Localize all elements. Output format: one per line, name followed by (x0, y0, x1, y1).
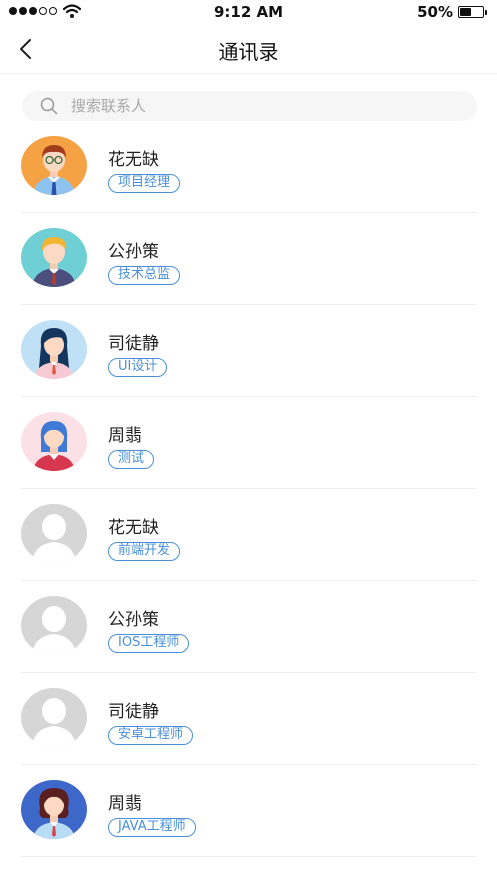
role-badge: 安卓工程师 (108, 726, 194, 745)
avatar (21, 228, 87, 287)
role-badge: UI设计 (108, 358, 168, 377)
navigation-bar: 通讯录 (0, 24, 497, 74)
status-bar: 9:12 AM 50% (0, 0, 497, 24)
contact-row[interactable]: 司徒静 UI设计 (21, 305, 476, 397)
man-blond-avatar-icon (21, 228, 87, 287)
woman-curly-hair-avatar-icon (21, 780, 87, 839)
contact-row[interactable]: 周翡 测试 (21, 397, 476, 489)
contact-row[interactable]: 公孙策 IOS工程师 (21, 581, 476, 673)
avatar (21, 412, 87, 471)
contact-row[interactable]: 周翡 JAVA工程师 (21, 765, 476, 857)
contact-name: 花无缺 (108, 518, 159, 538)
avatar (21, 780, 87, 839)
search-input[interactable] (71, 91, 461, 121)
woman-blue-hair-avatar-icon (21, 412, 87, 471)
avatar (21, 504, 87, 563)
contact-row[interactable]: 花无缺 项目经理 (21, 121, 476, 213)
contact-row[interactable]: 花无缺 前端开发 (21, 489, 476, 581)
role-badge: 前端开发 (108, 542, 181, 561)
contact-row[interactable]: 公孙策 技术总监 (21, 213, 476, 305)
avatar (21, 688, 87, 747)
contact-name: 花无缺 (108, 150, 159, 170)
contact-name: 公孙策 (108, 242, 159, 262)
role-badge: 技术总监 (108, 266, 181, 285)
avatar (21, 596, 87, 655)
contact-name: 公孙策 (108, 610, 159, 630)
man-glasses-avatar-icon (21, 136, 87, 195)
page-title: 通讯录 (218, 40, 279, 64)
contact-list: 花无缺 项目经理 公孙策 技术总监 司徒静 UI设计 周翡 测试 花无缺 前端开… (0, 121, 497, 857)
role-badge: 项目经理 (108, 174, 181, 193)
search-icon (40, 97, 58, 115)
contact-name: 周翡 (108, 794, 142, 814)
search-bar[interactable] (22, 91, 477, 121)
battery-icon (458, 6, 487, 18)
role-badge: IOS工程师 (108, 634, 190, 653)
default-avatar-icon (21, 504, 87, 563)
avatar (21, 136, 87, 195)
default-avatar-icon (21, 688, 87, 747)
role-badge: JAVA工程师 (108, 818, 196, 837)
role-badge: 测试 (108, 450, 155, 469)
contact-name: 周翡 (108, 426, 142, 446)
default-avatar-icon (21, 596, 87, 655)
contact-name: 司徒静 (108, 702, 159, 722)
contact-name: 司徒静 (108, 334, 159, 354)
avatar (21, 320, 87, 379)
contact-row[interactable]: 司徒静 安卓工程师 (21, 673, 476, 765)
woman-dark-hair-avatar-icon (21, 320, 87, 379)
battery-percent: 50% (417, 3, 453, 21)
battery-level (460, 8, 471, 16)
